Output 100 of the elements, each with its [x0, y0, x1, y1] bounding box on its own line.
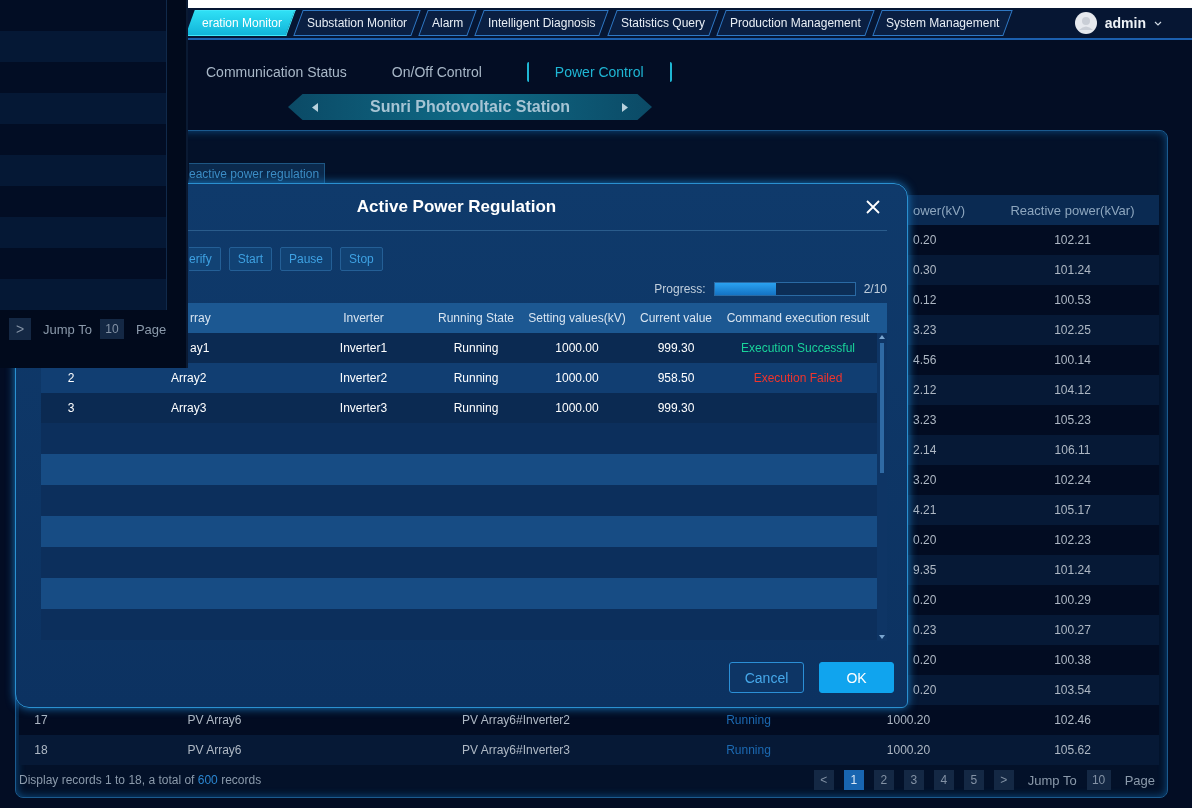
nav-tab[interactable]: Alarm — [418, 10, 478, 36]
toolbar-button[interactable]: Pause — [280, 247, 333, 271]
table-cell: 0.23 — [913, 623, 937, 637]
table-cell: 2.12 — [913, 383, 937, 397]
table-cell-text: 106.11 — [1053, 443, 1092, 457]
table-cell-text: PV Array6#Inverter2 — [460, 713, 572, 727]
table-cell: 4.56 — [913, 353, 937, 367]
column-header: Current value — [638, 311, 713, 325]
table-cell-text: 100.14 — [1053, 353, 1092, 367]
table-cell-text: Running — [725, 743, 772, 757]
table-cell-text: 100.53 — [1053, 293, 1092, 307]
table-cell: 0.20 — [913, 683, 937, 697]
table-cell-text: 102.25 — [1053, 323, 1092, 337]
table-cell-text: PV Array6 — [186, 743, 243, 757]
table-cell-text: 103.54 — [1053, 683, 1092, 697]
table-cell-text: Inverter1 — [338, 341, 389, 355]
column-header: rray — [190, 311, 211, 325]
column-header: Inverter — [342, 311, 385, 325]
table-cell-text: 105.62 — [1053, 743, 1092, 757]
table-cell: ay1 — [190, 341, 210, 355]
sub-tab[interactable]: On/Off Control — [391, 62, 482, 82]
table-cell-text: 102.23 — [1053, 533, 1092, 547]
table-cell-text: 100.27 — [1053, 623, 1092, 637]
table-cell-text: Inverter3 — [338, 401, 389, 415]
column-header: ower(kV) — [913, 202, 965, 218]
page-button[interactable]: 1 — [843, 770, 864, 790]
page-label: Page — [135, 321, 167, 337]
page-input[interactable]: 10 — [99, 319, 124, 339]
table-cell-text: 999.30 — [656, 401, 696, 415]
station-name: Sunri Photovoltaic Station — [370, 98, 570, 116]
table-cell-text: PV Array6#Inverter3 — [460, 743, 572, 757]
table-cell-text: 105.17 — [1053, 503, 1092, 517]
table-cell-text: 101.24 — [1053, 563, 1092, 577]
table-cell: Array2 — [171, 371, 207, 385]
table-cell-text: 1000.20 — [885, 713, 932, 727]
close-icon[interactable] — [866, 200, 880, 214]
table-cell-text: 1000.20 — [885, 743, 932, 757]
table-cell-text: 102.21 — [1053, 233, 1092, 247]
table-cell-text: 100.29 — [1053, 593, 1092, 607]
nav-tab[interactable]: Statistics Query — [607, 10, 719, 36]
table-cell-text: Running — [452, 401, 500, 415]
toolbar-button[interactable]: erify — [189, 247, 221, 271]
table-cell-text: 100.38 — [1053, 653, 1092, 667]
table-cell-text: 2 — [66, 371, 76, 385]
nav-tab[interactable]: Substation Monitor — [293, 10, 421, 36]
table-cell: 3.23 — [913, 413, 937, 427]
jump-label: Jump To — [43, 321, 92, 337]
column-header: Reactive power(kVar) — [1009, 202, 1136, 218]
avatar-icon[interactable] — [1074, 12, 1097, 34]
nav-tab[interactable]: Production Management — [716, 10, 875, 36]
dialog-title: Active Power Regulation — [356, 197, 557, 217]
right-arrow-icon[interactable] — [622, 102, 628, 112]
table-cell: 0.20 — [913, 653, 937, 667]
page-button[interactable]: 4 — [933, 770, 954, 790]
nav-tab[interactable]: Intelligent Diagnosis — [474, 10, 610, 36]
next-page-button[interactable]: > — [9, 318, 31, 340]
progress-label: Progress: — [654, 282, 706, 296]
toolbar-button[interactable]: Start — [228, 247, 272, 271]
table-cell-text: 1000.00 — [554, 371, 600, 385]
table-cell-text: 958.50 — [656, 371, 696, 385]
table-cell-text: 105.23 — [1053, 413, 1092, 427]
page-button[interactable]: 2 — [873, 770, 894, 790]
sub-tab[interactable]: Communication Status — [206, 62, 347, 82]
table-cell-text: Execution Successful — [739, 341, 857, 355]
next-page-button[interactable]: > — [993, 770, 1014, 790]
cancel-button[interactable]: Cancel — [729, 662, 804, 693]
page-label: Page — [1124, 772, 1155, 788]
left-arrow-icon[interactable] — [312, 102, 318, 112]
panel-tab[interactable]: eactive power regulation — [189, 163, 326, 185]
page-button[interactable]: 3 — [903, 770, 924, 790]
table-cell-text: 1000.00 — [554, 341, 600, 355]
table-cell-text: 102.46 — [1053, 713, 1092, 727]
prev-page-button[interactable]: < — [813, 770, 834, 790]
column-header: Running State — [436, 311, 516, 325]
table-cell-text: Running — [725, 713, 772, 727]
table-cell-text: 1000.00 — [554, 401, 600, 415]
table-cell: 0.20 — [913, 533, 937, 547]
caret-icon[interactable] — [1154, 20, 1162, 26]
table-cell-text: 17 — [33, 713, 49, 727]
table-cell: 3.23 — [913, 323, 937, 337]
toolbar-button[interactable]: Stop — [340, 247, 383, 271]
column-header: Command execution result — [725, 311, 871, 325]
table-cell-text: PV Array6 — [186, 713, 243, 727]
jump-label: Jump To — [1027, 772, 1077, 788]
table-cell-text: 104.12 — [1053, 383, 1092, 397]
page-button[interactable]: 5 — [963, 770, 984, 790]
progress-reading: 2/10 — [863, 282, 887, 296]
user-name[interactable]: admin — [1104, 15, 1146, 31]
ok-button[interactable]: OK — [819, 662, 894, 693]
page-input[interactable]: 10 — [1086, 770, 1111, 790]
table-cell: 0.20 — [913, 593, 937, 607]
table-cell-text: Inverter2 — [338, 371, 389, 385]
table-cell-text: 3 — [66, 401, 76, 415]
table-cell: 2.14 — [913, 443, 937, 457]
sub-tab[interactable]: Power Control — [526, 62, 672, 82]
table-cell: 0.12 — [913, 293, 937, 307]
table-cell-text: Running — [452, 371, 500, 385]
nav-tab[interactable]: System Management — [871, 10, 1013, 36]
table-cell: 0.20 — [913, 233, 937, 247]
table-cell-text: Running — [452, 341, 500, 355]
